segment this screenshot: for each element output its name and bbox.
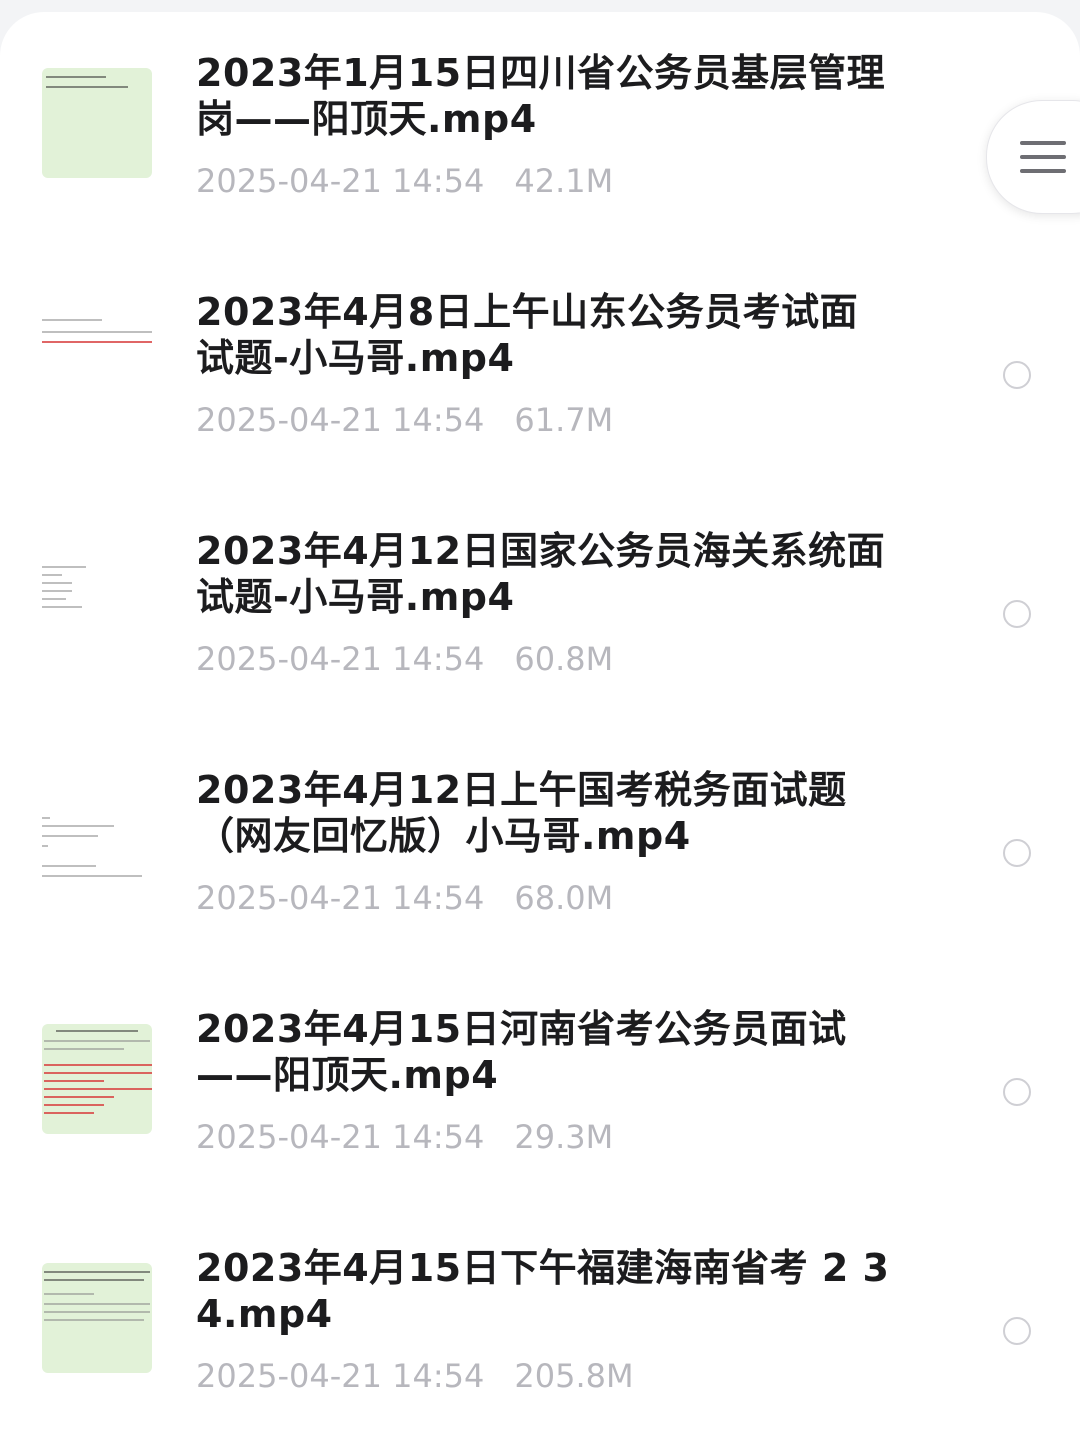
- list-item[interactable]: 2023年4月12日上午国考税务面试题（网友回忆版）小马哥.mp4 2025-0…: [0, 767, 1080, 1006]
- file-meta: 2025-04-21 14:54 61.7M: [196, 401, 613, 439]
- file-title: 2023年1月15日四川省公务员基层管理岗——阳顶天.mp4: [196, 51, 886, 141]
- file-meta: 2025-04-21 14:54 205.8M: [196, 1357, 634, 1395]
- list-item[interactable]: 2023年1月15日四川省公务员基层管理岗——阳顶天.mp4 2025-04-2…: [0, 50, 1080, 289]
- select-radio-icon[interactable]: [1003, 600, 1031, 628]
- file-date: 2025-04-21 14:54: [196, 162, 485, 200]
- select-radio-icon[interactable]: [1003, 1078, 1031, 1106]
- file-date: 2025-04-21 14:54: [196, 1118, 485, 1156]
- file-meta: 2025-04-21 14:54 68.0M: [196, 879, 613, 917]
- file-size: 205.8M: [514, 1357, 634, 1395]
- file-date: 2025-04-21 14:54: [196, 640, 485, 678]
- file-title: 2023年4月8日上午山东公务员考试面试题-小马哥.mp4: [196, 290, 859, 380]
- file-thumbnail: [42, 68, 152, 178]
- file-title: 2023年4月12日国家公务员海关系统面试题-小马哥.mp4: [196, 529, 886, 619]
- file-thumbnail: [42, 307, 152, 417]
- file-list-sheet: 2023年1月15日四川省公务员基层管理岗——阳顶天.mp4 2025-04-2…: [0, 12, 1080, 1440]
- file-thumbnail: [42, 785, 152, 895]
- file-date: 2025-04-21 14:54: [196, 1357, 485, 1395]
- file-meta: 2025-04-21 14:54 42.1M: [196, 162, 613, 200]
- file-size: 29.3M: [514, 1118, 614, 1156]
- file-thumbnail: [42, 546, 152, 656]
- file-title: 2023年4月15日河南省考公务员面试——阳顶天.mp4: [196, 1007, 847, 1097]
- file-thumbnail: [42, 1024, 152, 1134]
- list-item[interactable]: 2023年4月15日下午福建海南省考 2 3 4.mp4 2025-04-21 …: [0, 1245, 1080, 1440]
- file-title: 2023年4月15日下午福建海南省考 2 3 4.mp4: [196, 1246, 890, 1336]
- select-radio-icon[interactable]: [1003, 361, 1031, 389]
- file-meta: 2025-04-21 14:54 29.3M: [196, 1118, 613, 1156]
- file-size: 60.8M: [514, 640, 614, 678]
- file-date: 2025-04-21 14:54: [196, 879, 485, 917]
- file-size: 42.1M: [514, 162, 614, 200]
- list-item[interactable]: 2023年4月12日国家公务员海关系统面试题-小马哥.mp4 2025-04-2…: [0, 528, 1080, 767]
- list-item[interactable]: 2023年4月8日上午山东公务员考试面试题-小马哥.mp4 2025-04-21…: [0, 289, 1080, 528]
- select-radio-icon[interactable]: [1003, 1317, 1031, 1345]
- file-title: 2023年4月12日上午国考税务面试题（网友回忆版）小马哥.mp4: [196, 768, 847, 858]
- file-date: 2025-04-21 14:54: [196, 401, 485, 439]
- file-size: 68.0M: [514, 879, 614, 917]
- list-item[interactable]: 2023年4月15日河南省考公务员面试——阳顶天.mp4 2025-04-21 …: [0, 1006, 1080, 1245]
- select-radio-icon[interactable]: [1003, 839, 1031, 867]
- file-size: 61.7M: [514, 401, 614, 439]
- file-meta: 2025-04-21 14:54 60.8M: [196, 640, 613, 678]
- file-thumbnail: [42, 1263, 152, 1373]
